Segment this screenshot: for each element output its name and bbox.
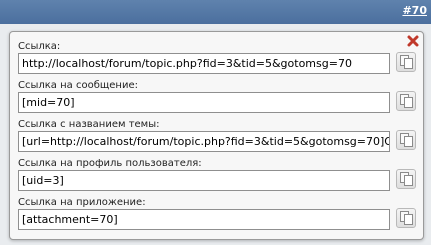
attachment-link-input[interactable]: [attachment=70] <box>18 209 390 230</box>
user-profile-link-field: Ссылка на профиль пользователя: [uid=3] <box>18 158 425 195</box>
topic-title-link-input[interactable]: [url=http://localhost/forum/topic.php?fi… <box>18 131 390 152</box>
attachment-link-field: Ссылка на приложение: [attachment=70] <box>18 197 425 234</box>
copy-user-profile-link-button[interactable] <box>396 169 416 189</box>
copy-link-button[interactable] <box>396 52 416 72</box>
link-field: Ссылка: http://localhost/forum/topic.php… <box>18 41 425 78</box>
copy-topic-title-link-button[interactable] <box>396 130 416 150</box>
message-link-input[interactable]: [mid=70] <box>18 92 390 113</box>
link-input[interactable]: http://localhost/forum/topic.php?fid=3&t… <box>18 53 390 74</box>
copy-icon <box>400 55 413 69</box>
attachment-link-label: Ссылка на приложение: <box>18 197 146 208</box>
message-link-label: Ссылка на сообщение: <box>18 80 138 91</box>
copy-message-link-button[interactable] <box>396 91 416 111</box>
copy-icon <box>400 94 413 108</box>
copy-icon <box>400 172 413 186</box>
link-label: Ссылка: <box>18 41 61 52</box>
message-link-field: Ссылка на сообщение: [mid=70] <box>18 80 425 117</box>
copy-attachment-link-button[interactable] <box>396 208 416 228</box>
topic-title-link-label: Ссылка с названием темы: <box>18 119 160 130</box>
post-number-link[interactable]: #70 <box>402 4 427 17</box>
copy-icon <box>400 133 413 147</box>
topic-title-link-field: Ссылка с названием темы: [url=http://loc… <box>18 119 425 156</box>
header-bar: #70 <box>0 0 431 24</box>
copy-icon <box>400 211 413 225</box>
user-profile-link-label: Ссылка на профиль пользователя: <box>18 158 202 169</box>
link-dialog: Ссылка: http://localhost/forum/topic.php… <box>9 31 424 240</box>
user-profile-link-input[interactable]: [uid=3] <box>18 170 390 191</box>
